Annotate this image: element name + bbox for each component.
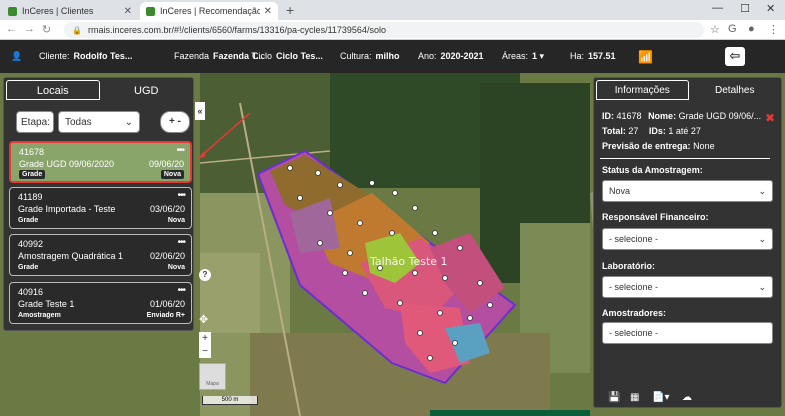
left-panel: Locais UGD Etapa: Todas ⌄ + - 41678 ••• … <box>3 77 194 331</box>
list-item[interactable]: 40916 ••• Grade Teste 1 01/06/20 Amostra… <box>9 282 192 324</box>
new-tab-icon[interactable]: + <box>286 2 294 18</box>
divider <box>600 158 770 159</box>
more-options-icon[interactable]: ••• <box>177 237 185 248</box>
tab-ugd[interactable]: UGD <box>100 80 194 100</box>
back-button[interactable]: ⇦ <box>725 47 745 66</box>
add-menu-button[interactable]: + - <box>160 111 190 133</box>
id-name-line: ID: 41678 Nome: Grade UGD 09/06/... <box>602 111 762 121</box>
inceres-favicon-icon <box>146 6 155 16</box>
browser-toolbar: ← → ↻ 🔒 rmais.inceres.com.br/#!/clients/… <box>0 20 785 40</box>
ha-field: Ha: 157.51 <box>570 51 616 61</box>
minimize-icon[interactable]: — <box>712 2 723 14</box>
amostradores-label: Amostradores: <box>602 308 667 318</box>
etapa-row: Etapa: Todas ⌄ <box>16 111 140 133</box>
forward-arrow-icon[interactable]: → <box>24 23 35 35</box>
user-icon[interactable]: 👤 <box>11 51 22 62</box>
translate-icon[interactable]: G <box>728 23 737 35</box>
zoom-out-button[interactable]: − <box>199 345 211 358</box>
status-badge: Nova <box>167 264 185 271</box>
wifi-icon: 📶 <box>638 50 653 64</box>
tab-locais[interactable]: Locais <box>6 80 100 100</box>
close-icon[interactable]: ✖ <box>765 111 775 125</box>
left-panel-tabs: Locais UGD <box>6 80 193 100</box>
cultura-field: Cultura: milho <box>340 51 400 61</box>
chevron-down-icon: ⌄ <box>124 116 133 128</box>
move-icon[interactable]: ✥ <box>199 313 208 326</box>
amostradores-input[interactable]: - selecione - <box>602 322 773 344</box>
total-ids-line: Total: 27 IDs: 1 até 27 <box>602 126 701 136</box>
app-header: 👤 Cliente: Rodolfo Tes... Fazenda Fazenda … <box>0 40 785 73</box>
inceres-favicon-icon <box>8 6 17 16</box>
laboratorio-select[interactable]: - selecione - ⌄ <box>602 276 773 298</box>
more-options-icon[interactable]: ••• <box>176 145 184 156</box>
status-select[interactable]: Nova ⌄ <box>602 180 773 202</box>
close-tab-icon[interactable]: ✕ <box>124 6 132 17</box>
right-panel-tabs: Informações Detalhes <box>596 80 781 100</box>
cliente-field[interactable]: Cliente: Rodolfo Tes... <box>39 51 132 61</box>
close-tab-icon[interactable]: ✕ <box>264 6 272 17</box>
chevron-down-icon: ⌄ <box>758 185 766 196</box>
responsavel-select[interactable]: - selecione - ⌄ <box>602 228 773 250</box>
status-badge: Nova <box>167 217 185 224</box>
zoom-controls[interactable]: + − <box>199 332 211 358</box>
maximize-icon[interactable]: ☐ <box>740 2 750 15</box>
collapse-panel-button[interactable]: « <box>195 102 205 120</box>
cloud-upload-icon[interactable]: ☁ <box>682 392 692 403</box>
save-icon[interactable]: 💾 <box>608 392 620 403</box>
tab-informacoes[interactable]: Informações <box>596 80 689 100</box>
more-options-icon[interactable]: ••• <box>177 190 185 201</box>
basemap-thumbnail[interactable]: Mapa <box>199 363 226 390</box>
excel-export-icon[interactable]: ▦ <box>630 392 639 403</box>
more-options-icon[interactable]: ••• <box>177 285 185 296</box>
menu-dots-icon[interactable]: ⋮ <box>768 23 779 36</box>
bottom-status-strip <box>430 410 590 416</box>
list-item[interactable]: 41189 ••• Grade Importada - Teste 03/06/… <box>9 187 192 229</box>
reload-icon[interactable]: ↻ <box>42 23 51 36</box>
list-item[interactable]: 41678 ••• Grade UGD 09/06/2020 09/06/20 … <box>9 141 192 183</box>
bookmark-star-icon[interactable]: ☆ <box>710 23 720 36</box>
fazenda-field[interactable]: Fazenda Fazenda T... <box>174 51 264 61</box>
laboratorio-label: Laboratório: <box>602 261 655 271</box>
status-badge: Nova <box>160 170 184 179</box>
right-panel: Informações Detalhes ID: 41678 Nome: Gra… <box>593 77 782 408</box>
chevron-down-icon: ⌄ <box>758 233 766 244</box>
close-window-icon[interactable]: ✕ <box>766 2 775 15</box>
browser-tab-clientes[interactable]: InCeres | Clientes ✕ <box>2 2 138 20</box>
profile-icon[interactable]: ● <box>748 23 755 35</box>
browser-tab-recomendacao[interactable]: InCeres | Recomendação ✕ <box>140 2 278 20</box>
etapa-label: Etapa: <box>16 111 54 133</box>
zoom-in-button[interactable]: + <box>199 332 211 345</box>
list-item[interactable]: 40992 ••• Amostragem Quadrática 1 02/06/… <box>9 234 192 276</box>
file-export-icon[interactable]: 📄▾ <box>652 392 669 403</box>
field-label: Talhão Teste 1 <box>369 255 448 268</box>
etapa-select[interactable]: Todas ⌄ <box>58 111 140 133</box>
address-bar[interactable]: 🔒 rmais.inceres.com.br/#!/clients/6560/f… <box>64 22 704 38</box>
back-arrow-icon[interactable]: ← <box>6 23 17 35</box>
scale-bar: 500 m <box>202 396 258 405</box>
tab-detalhes[interactable]: Detalhes <box>689 80 782 100</box>
right-panel-toolbar: 💾 ▦ 📄▾ ☁ <box>594 389 783 407</box>
help-icon[interactable]: ? <box>199 269 211 281</box>
status-badge: Enviado R+ <box>146 312 185 319</box>
previsao-line: Previsão de entrega: None <box>602 141 715 151</box>
ciclo-field[interactable]: Ciclo Ciclo Tes... <box>252 51 323 61</box>
responsavel-label: Responsável Financeiro: <box>602 212 709 222</box>
areas-dropdown[interactable]: Áreas: 1 ▾ <box>502 51 544 62</box>
ano-field: Ano: 2020-2021 <box>418 51 484 61</box>
status-label: Status da Amostragem: <box>602 165 703 175</box>
chevron-down-icon: ⌄ <box>758 281 766 292</box>
lock-icon: 🔒 <box>72 25 82 35</box>
browser-tab-strip: InCeres | Clientes ✕ InCeres | Recomenda… <box>0 0 785 20</box>
